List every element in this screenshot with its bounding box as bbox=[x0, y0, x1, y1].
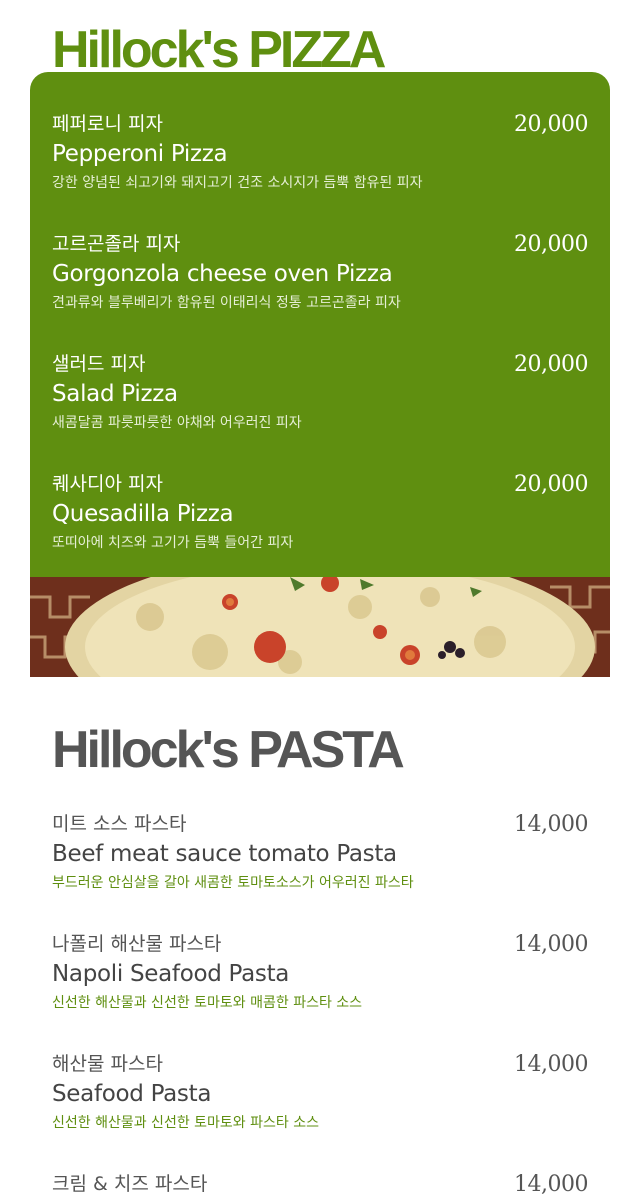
item-name-english: Gorgonzola cheese oven Pizza bbox=[52, 261, 393, 287]
item-description: 새콤달콤 파릇파릇한 야채와 어우러진 피자 bbox=[52, 415, 302, 431]
item-name-korean: 해산물 파스타 bbox=[52, 1053, 163, 1075]
item-name-korean: 고르곤졸라 피자 bbox=[52, 233, 181, 255]
pizza-photo bbox=[30, 577, 610, 677]
menu-item-seafood-pasta: 해산물 파스타 Seafood Pasta 신선한 해산물과 신선한 토마토와 … bbox=[52, 1052, 588, 1152]
item-price: 20,000 bbox=[514, 352, 588, 377]
item-name-korean: 나폴리 해산물 파스타 bbox=[52, 933, 222, 955]
menu-item-quesadilla-pizza: 퀘사디아 피자 Quesadilla Pizza 또띠아에 치즈와 고기가 듬뿍… bbox=[52, 472, 588, 572]
item-price: 14,000 bbox=[514, 1172, 588, 1197]
item-name-korean: 미트 소스 파스타 bbox=[52, 813, 187, 835]
item-price: 20,000 bbox=[514, 112, 588, 137]
item-name-english: Seafood Pasta bbox=[52, 1081, 212, 1107]
menu-item-cream-cheese-pasta: 크림 & 치즈 파스타 14,000 bbox=[52, 1172, 588, 1197]
item-description: 강한 양념된 쇠고기와 돼지고기 건조 소시지가 듬뿍 함유된 피자 bbox=[52, 175, 423, 191]
menu-item-meat-sauce-pasta: 미트 소스 파스타 Beef meat sauce tomato Pasta 부… bbox=[52, 812, 588, 912]
menu-item-napoli-seafood-pasta: 나폴리 해산물 파스타 Napoli Seafood Pasta 신선한 해산물… bbox=[52, 932, 588, 1032]
item-description: 신선한 해산물과 신선한 토마토와 파스타 소스 bbox=[52, 1115, 319, 1131]
item-name-english: Quesadilla Pizza bbox=[52, 501, 234, 527]
item-description: 신선한 해산물과 신선한 토마토와 매콤한 파스타 소스 bbox=[52, 995, 363, 1011]
item-description: 또띠아에 치즈와 고기가 듬뿍 들어간 피자 bbox=[52, 535, 294, 551]
pasta-section-heading: Hillock's PASTA bbox=[52, 721, 405, 779]
item-name-english: Salad Pizza bbox=[52, 381, 178, 407]
item-name-korean: 샐러드 피자 bbox=[52, 353, 146, 375]
item-name-english: Napoli Seafood Pasta bbox=[52, 961, 290, 987]
item-price: 20,000 bbox=[514, 232, 588, 257]
item-name-korean: 크림 & 치즈 파스타 bbox=[52, 1173, 208, 1195]
item-description: 부드러운 안심살을 갈아 새콤한 토마토소스가 어우러진 파스타 bbox=[52, 875, 414, 891]
item-price: 14,000 bbox=[514, 812, 588, 837]
item-name-english: Pepperoni Pizza bbox=[52, 141, 228, 167]
menu-item-pepperoni-pizza: 페퍼로니 피자 Pepperoni Pizza 강한 양념된 쇠고기와 돼지고기… bbox=[52, 112, 588, 212]
menu-item-salad-pizza: 샐러드 피자 Salad Pizza 새콤달콤 파릇파릇한 야채와 어우러진 피… bbox=[52, 352, 588, 452]
item-price: 20,000 bbox=[514, 472, 588, 497]
pizza-section-heading: Hillock's PIZZA bbox=[52, 21, 386, 79]
menu-item-gorgonzola-pizza: 고르곤졸라 피자 Gorgonzola cheese oven Pizza 견과… bbox=[52, 232, 588, 332]
item-price: 14,000 bbox=[514, 1052, 588, 1077]
item-price: 14,000 bbox=[514, 932, 588, 957]
pizza-photo-illustration bbox=[30, 577, 610, 677]
item-name-english: Beef meat sauce tomato Pasta bbox=[52, 841, 397, 867]
item-name-korean: 페퍼로니 피자 bbox=[52, 113, 163, 135]
item-name-korean: 퀘사디아 피자 bbox=[52, 473, 163, 495]
item-description: 견과류와 블루베리가 함유된 이태리식 정통 고르곤졸라 피자 bbox=[52, 295, 401, 311]
